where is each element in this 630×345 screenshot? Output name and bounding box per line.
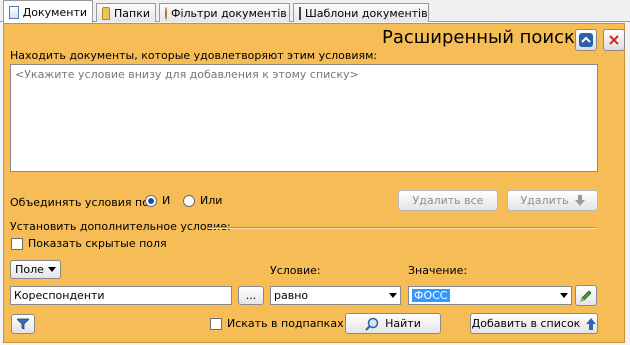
tab-label: Шаблони документів: [305, 6, 428, 20]
add-to-list-label: Добавить в список: [471, 317, 581, 330]
condition-select-value: равно: [274, 289, 309, 302]
checkbox-box: [11, 237, 23, 250]
chevron-down-icon: [389, 293, 397, 298]
tab-label: Папки: [114, 6, 150, 20]
tab-strip: Документи Папки Фільтри документів Шабло…: [0, 0, 630, 23]
conditions-placeholder: <Укажите условие внизу для добавления к …: [15, 68, 359, 81]
close-button[interactable]: [603, 29, 625, 51]
delete-label: Удалить: [520, 194, 569, 207]
browse-label: ...: [245, 289, 257, 302]
search-subfolders-checkbox[interactable]: Искать в подпапках: [210, 317, 344, 330]
radio-or-indicator: [183, 194, 195, 207]
radio-and-label: И: [162, 194, 171, 207]
filter-button[interactable]: [11, 314, 35, 334]
conditions-label: Находить документы, которые удовлетворяю…: [10, 49, 378, 62]
arrow-down-icon: [574, 195, 585, 206]
search-subfolders-label: Искать в подпапках: [227, 317, 344, 330]
find-button[interactable]: Найти: [345, 313, 441, 334]
tab-label: Документи: [22, 5, 87, 19]
value-label: Значение:: [408, 264, 468, 277]
funnel-icon: [17, 318, 29, 330]
chevron-up-icon: [579, 33, 593, 47]
separator-line: [208, 227, 596, 229]
find-label: Найти: [385, 317, 421, 330]
chevron-down-icon: [47, 267, 56, 272]
radio-and[interactable]: И: [145, 194, 170, 207]
field-button-label: Поле: [15, 263, 44, 276]
tab-document-templates[interactable]: Шаблони документів: [293, 3, 429, 22]
magnifier-icon: [365, 317, 379, 331]
radio-or-label: Или: [200, 194, 223, 207]
add-to-list-button[interactable]: Добавить в список: [470, 313, 598, 334]
conditions-list[interactable]: <Укажите условие внизу для добавления к …: [10, 64, 598, 172]
browse-button[interactable]: ...: [238, 286, 264, 305]
condition-label: Условие:: [270, 264, 321, 277]
value-select-value: ФОСС: [412, 289, 450, 302]
checkbox-box: [210, 317, 222, 330]
chevron-down-icon: [560, 293, 568, 298]
field-input[interactable]: Кореспонденти: [10, 286, 232, 305]
field-input-value: Кореспонденти: [14, 289, 105, 302]
delete-all-button[interactable]: Удалить все: [398, 190, 498, 211]
arrow-up-icon: [586, 317, 597, 330]
filter-icon: [165, 6, 167, 20]
page-title: Расширенный поиск: [382, 27, 575, 48]
tab-label: Фільтри документів: [171, 6, 287, 20]
close-icon: [609, 35, 619, 45]
show-hidden-fields-checkbox[interactable]: Показать скрытые поля: [11, 237, 167, 250]
folder-icon: [102, 6, 110, 20]
tab-folders[interactable]: Папки: [96, 3, 156, 22]
document-icon: [9, 5, 19, 19]
delete-button[interactable]: Удалить: [507, 190, 598, 211]
tab-documents[interactable]: Документи: [3, 0, 93, 23]
tab-document-filters[interactable]: Фільтри документів: [159, 3, 290, 22]
delete-all-label: Удалить все: [412, 194, 484, 207]
additional-condition-label: Установить дополнительное условие:: [10, 220, 231, 233]
radio-and-indicator: [145, 194, 157, 207]
template-icon: [299, 6, 301, 20]
condition-select[interactable]: равно: [270, 286, 401, 305]
edit-value-button[interactable]: [575, 285, 597, 306]
field-dropdown-button[interactable]: Поле: [10, 260, 61, 279]
radio-or[interactable]: Или: [183, 194, 222, 207]
show-hidden-label: Показать скрытые поля: [28, 237, 167, 250]
pencil-icon: [580, 289, 592, 302]
value-select[interactable]: ФОСС: [408, 286, 572, 305]
collapse-button[interactable]: [575, 29, 597, 51]
combine-label: Объединять условия по:: [10, 196, 153, 209]
